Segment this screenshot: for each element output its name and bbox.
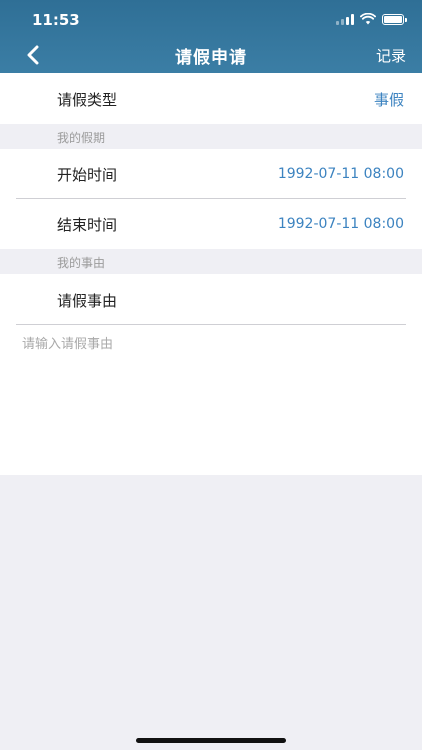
- battery-icon: [382, 13, 407, 25]
- page-title: 请假申请: [175, 48, 247, 68]
- status-icons: [336, 13, 407, 25]
- reason-row: 请假事由: [0, 274, 422, 325]
- start-time-value[interactable]: 1992-07-11 08:00: [278, 166, 404, 182]
- reason-textarea[interactable]: [0, 325, 422, 475]
- leave-type-label: 请假类型: [57, 91, 118, 109]
- end-time-row[interactable]: 结束时间 1992-07-11 08:00: [0, 199, 422, 249]
- section-reason-label: 我的事由: [57, 256, 106, 270]
- records-button[interactable]: 记录: [376, 45, 406, 66]
- end-time-value[interactable]: 1992-07-11 08:00: [278, 216, 404, 232]
- signal-icon: [336, 13, 354, 25]
- leave-application-screen: 11:53 请假申请 记录 请假类型 事假 我的假期 开始时间 1992-07-…: [0, 0, 422, 750]
- header: 11:53 请假申请 记录: [0, 0, 422, 73]
- end-time-label: 结束时间: [57, 216, 118, 234]
- reason-label: 请假事由: [57, 292, 118, 310]
- status-time: 11:53: [32, 11, 80, 29]
- section-header-reason: 我的事由: [0, 249, 422, 274]
- leave-type-row[interactable]: 请假类型 事假: [0, 73, 422, 124]
- wifi-icon: [360, 13, 376, 25]
- section-vacation-label: 我的假期: [57, 131, 106, 145]
- home-indicator: [136, 738, 286, 743]
- start-time-label: 开始时间: [57, 166, 118, 184]
- leave-type-value[interactable]: 事假: [374, 89, 404, 110]
- section-header-vacation: 我的假期: [0, 124, 422, 149]
- start-time-row[interactable]: 开始时间 1992-07-11 08:00: [0, 149, 422, 199]
